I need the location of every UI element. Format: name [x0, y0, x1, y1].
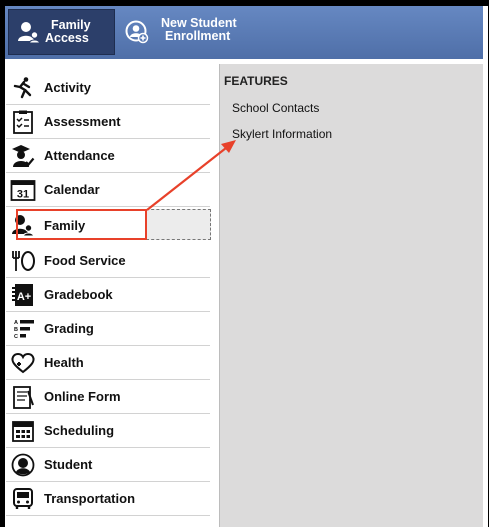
heart-plus-icon — [6, 348, 40, 378]
fork-plate-icon — [6, 246, 40, 276]
grading-list-icon: ABC — [6, 314, 40, 344]
sidebar-item-online-form[interactable]: Online Form — [6, 380, 210, 414]
sidebar-item-label: Student — [44, 457, 93, 472]
features-heading: FEATURES — [224, 74, 288, 88]
sidebar-item-attendance[interactable]: Attendance — [6, 139, 210, 173]
clipboard-form-icon — [6, 382, 40, 412]
sidebar-item-health[interactable]: Health — [6, 346, 210, 380]
family-access-button[interactable]: Family Access — [8, 9, 115, 55]
sidebar-item-label: Grading — [44, 321, 94, 336]
sidebar-item-transportation[interactable]: Transportation — [6, 482, 210, 516]
family-access-label-line2: Access — [45, 31, 89, 45]
sidebar-item-label: Health — [44, 355, 84, 370]
sidebar-item-label: Online Form — [44, 389, 121, 404]
sidebar-item-activity[interactable]: Activity — [6, 71, 210, 105]
sidebar-item-gradebook[interactable]: A+ Gradebook — [6, 278, 210, 312]
student-circle-icon — [6, 450, 40, 480]
gradebook-icon: A+ — [6, 280, 40, 310]
checklist-icon — [6, 107, 40, 137]
student-graduate-icon — [6, 141, 40, 171]
calendar-icon-text: 31 — [17, 188, 29, 200]
enrollment-label-line2: Enrollment — [165, 29, 231, 43]
family-highlight-box — [16, 209, 147, 240]
grading-icon-letter-a: A — [14, 320, 18, 326]
top-toolbar: Family Access New Student Enrollment — [5, 6, 483, 59]
family-user-icon — [18, 22, 41, 44]
sidebar-item-calendar[interactable]: 31 Calendar — [6, 173, 210, 207]
sidebar-item-label: Scheduling — [44, 423, 115, 438]
running-person-icon — [6, 73, 40, 103]
sidebar-item-label: Assessment — [44, 114, 121, 129]
sidebar-item-scheduling[interactable]: Scheduling — [6, 414, 210, 448]
sidebar-item-assessment[interactable]: Assessment — [6, 105, 210, 139]
feature-link-skylert-information[interactable]: Skylert Information — [232, 127, 332, 141]
sidebar-item-label: Attendance — [44, 148, 115, 163]
grading-icon-letter-b: B — [14, 327, 18, 333]
schedule-grid-icon — [6, 416, 40, 446]
add-user-circle-icon — [125, 20, 149, 44]
feature-link-school-contacts[interactable]: School Contacts — [232, 101, 319, 115]
sidebar-item-label: Calendar — [44, 182, 100, 197]
sidebar-item-grading[interactable]: ABC Grading — [6, 312, 210, 346]
sidebar-item-label: Activity — [44, 80, 91, 95]
new-student-enrollment-button[interactable]: New Student Enrollment — [119, 9, 239, 55]
sidebar-item-label: Transportation — [44, 491, 136, 506]
grading-icon-letter-c: C — [14, 334, 18, 340]
sidebar-item-food-service[interactable]: Food Service — [6, 244, 210, 278]
calendar-icon: 31 — [6, 175, 40, 205]
sidebar-item-label: Food Service — [44, 253, 126, 268]
gradebook-icon-text: A+ — [17, 291, 31, 303]
sidebar-item-student[interactable]: Student — [6, 448, 210, 482]
sidebar-item-label: Gradebook — [44, 287, 113, 302]
bus-icon — [6, 484, 40, 514]
